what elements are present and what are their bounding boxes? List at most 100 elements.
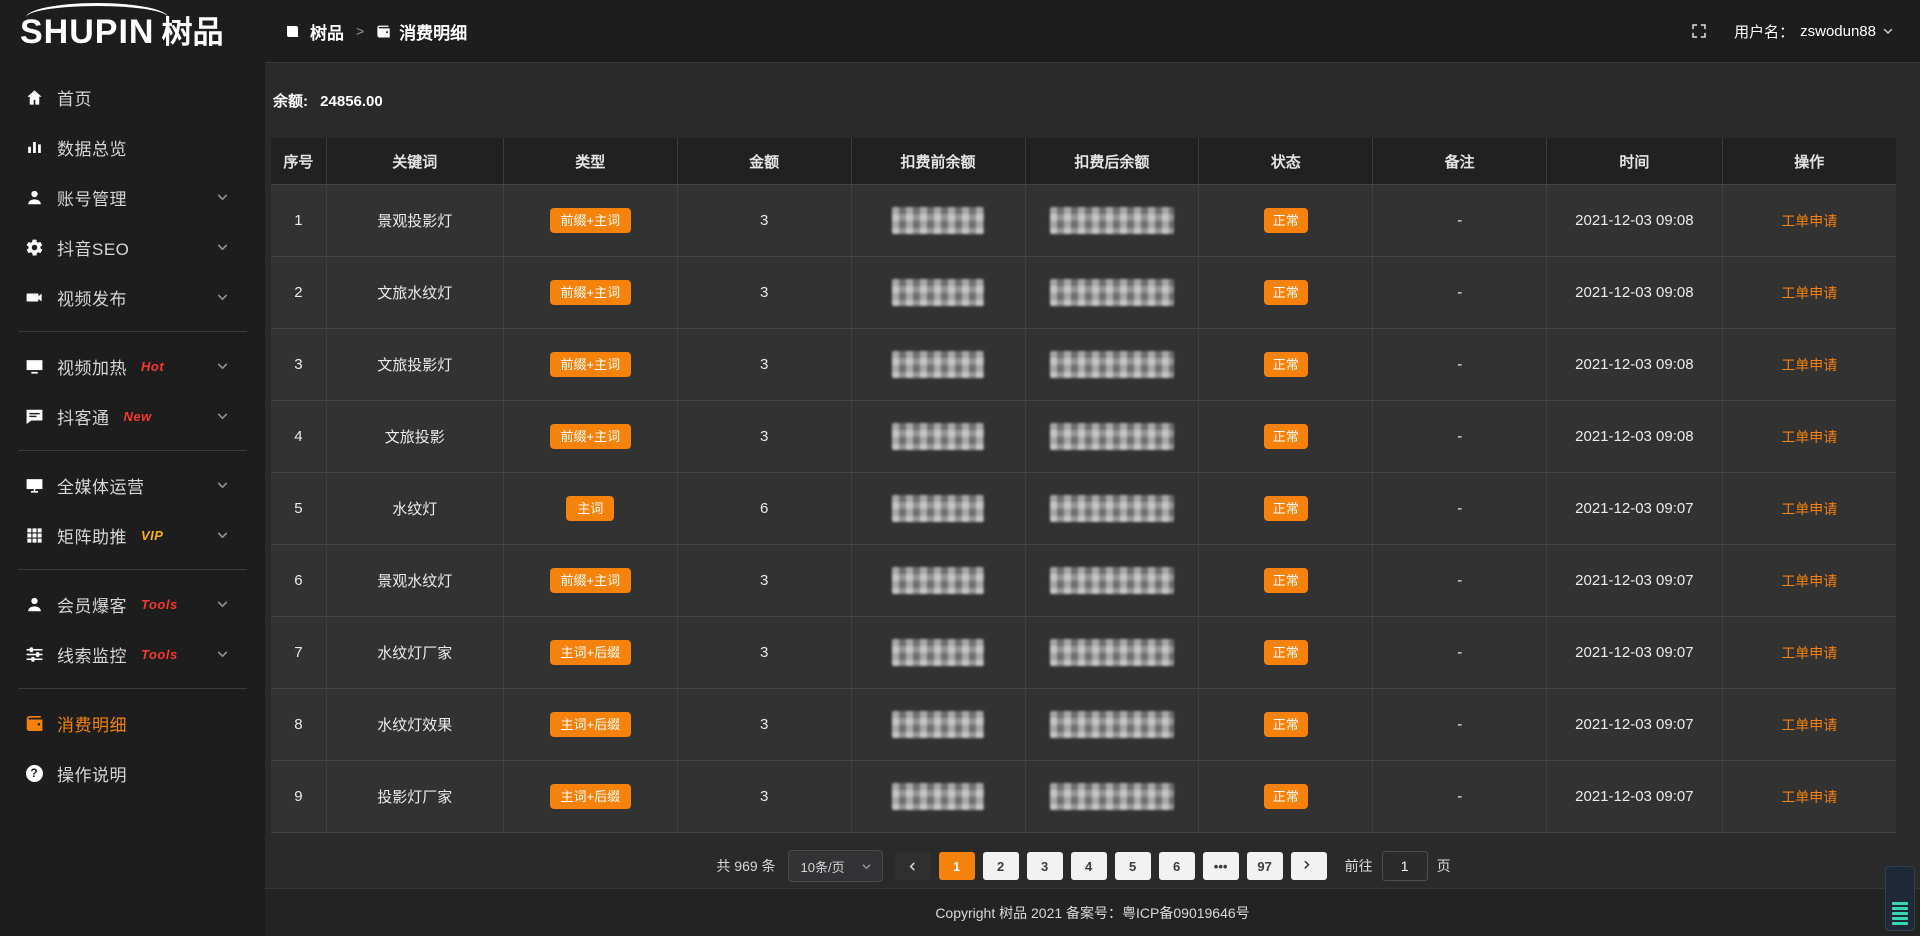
sidebar-item-会员爆客[interactable]: 会员爆客Tools [0, 579, 265, 629]
page-button-4[interactable]: 4 [1071, 852, 1107, 880]
sliders-icon [24, 644, 44, 664]
cell-amount: 3 [677, 689, 851, 761]
column-header: 扣费前余额 [851, 138, 1025, 185]
chevron-down-icon [216, 598, 229, 611]
sidebar-item-消费明细[interactable]: 消费明细 [0, 698, 265, 748]
chevron-down-icon [216, 241, 229, 254]
cell-remark: - [1373, 545, 1547, 617]
sidebar-item-线索监控[interactable]: 线索监控Tools [0, 629, 265, 679]
status-badge: 正常 [1264, 784, 1308, 809]
sidebar-divider [18, 450, 247, 451]
cell-type: 前缀+主词 [503, 257, 677, 329]
cell-balance-before [851, 617, 1025, 689]
chevron-down-icon [861, 861, 872, 872]
sidebar-item-首页[interactable]: 首页 [0, 72, 265, 122]
table-header-row: 序号关键词类型金额扣费前余额扣费后余额状态备注时间操作 [271, 138, 1896, 185]
censored-value [892, 711, 984, 738]
cell-keyword: 文旅水纹灯 [326, 257, 503, 329]
sidebar-item-badge: VIP [141, 528, 163, 543]
cell-balance-before [851, 257, 1025, 329]
page-button-5[interactable]: 5 [1115, 852, 1151, 880]
fullscreen-icon[interactable] [1690, 22, 1708, 40]
cell-status: 正常 [1199, 761, 1373, 833]
cell-time: 2021-12-03 09:07 [1547, 761, 1723, 833]
sidebar-divider [18, 569, 247, 570]
balance-label: 余额: [273, 93, 308, 110]
work-order-link[interactable]: 工单申请 [1781, 501, 1837, 517]
breadcrumb-item-current[interactable]: 消费明细 [376, 19, 467, 44]
page-button-1[interactable]: 1 [939, 852, 975, 880]
work-order-link[interactable]: 工单申请 [1781, 213, 1837, 229]
next-page-button[interactable] [1291, 852, 1327, 880]
page-size-select[interactable]: 10条/页 [788, 850, 883, 882]
user-menu[interactable]: 用户名： zswodun88 [1734, 21, 1894, 42]
panel-icon [287, 24, 302, 39]
brand-logo[interactable]: SHUPIN 树品 [0, 0, 265, 64]
sidebar-item-全媒体运营[interactable]: 全媒体运营 [0, 460, 265, 510]
prev-page-button[interactable] [895, 852, 931, 880]
status-badge: 正常 [1264, 280, 1308, 305]
work-order-link[interactable]: 工单申请 [1781, 717, 1837, 733]
sidebar-item-label: 视频加热 [57, 354, 127, 379]
cell-type: 主词+后缀 [503, 689, 677, 761]
type-badge: 前缀+主词 [550, 568, 632, 593]
cell-amount: 3 [677, 617, 851, 689]
cell-remark: - [1373, 185, 1547, 257]
sidebar-item-label: 数据总览 [57, 135, 127, 160]
sidebar-item-label: 消费明细 [57, 711, 127, 736]
work-order-link[interactable]: 工单申请 [1781, 789, 1837, 805]
table-row: 9投影灯厂家主词+后缀3正常-2021-12-03 09:07工单申请 [271, 761, 1896, 833]
monitor-icon [24, 475, 44, 495]
home-icon [24, 87, 44, 107]
sidebar-item-账号管理[interactable]: 账号管理 [0, 172, 265, 222]
sidebar-item-数据总览[interactable]: 数据总览 [0, 122, 265, 172]
cell-remark: - [1373, 329, 1547, 401]
chevron-down-icon [216, 191, 229, 204]
goto-page-input[interactable] [1382, 851, 1428, 881]
column-header: 金额 [677, 138, 851, 185]
censored-value [1050, 783, 1174, 810]
video-camera-icon [24, 287, 44, 307]
user-icon [24, 187, 44, 207]
cell-keyword: 景观投影灯 [326, 185, 503, 257]
work-order-link[interactable]: 工单申请 [1781, 429, 1837, 445]
column-header: 操作 [1722, 138, 1896, 185]
sidebar-menu: 首页数据总览账号管理抖音SEO视频发布视频加热Hot抖客通New 全媒体运营矩阵助… [0, 72, 265, 798]
work-order-link[interactable]: 工单申请 [1781, 573, 1837, 589]
work-order-link[interactable]: 工单申请 [1781, 357, 1837, 373]
sidebar-item-视频加热[interactable]: 视频加热Hot [0, 341, 265, 391]
page-button-2[interactable]: 2 [983, 852, 1019, 880]
logo-arc-decoration [26, 3, 168, 32]
sidebar-item-操作说明[interactable]: ?操作说明 [0, 748, 265, 798]
page-button-3[interactable]: 3 [1027, 852, 1063, 880]
cell-time: 2021-12-03 09:08 [1547, 401, 1723, 473]
cell-balance-before [851, 329, 1025, 401]
member-icon [24, 594, 44, 614]
sidebar: SHUPIN 树品 首页数据总览账号管理抖音SEO视频发布视频加热Hot抖客通N… [0, 0, 265, 936]
cell-action: 工单申请 [1722, 185, 1896, 257]
cell-balance-after [1025, 185, 1199, 257]
sidebar-item-矩阵助推[interactable]: 矩阵助推VIP [0, 510, 265, 560]
breadcrumb: 树品 > 消费明细 [265, 19, 467, 44]
sidebar-item-抖音SEO[interactable]: 抖音SEO [0, 222, 265, 272]
page-button-97[interactable]: 97 [1247, 852, 1283, 880]
column-header: 状态 [1199, 138, 1373, 185]
column-header: 时间 [1547, 138, 1723, 185]
more-pages-button[interactable]: ••• [1203, 852, 1239, 880]
floating-widget[interactable] [1885, 866, 1915, 931]
pagination-total: 共 969 条 [716, 856, 775, 876]
breadcrumb-item-home[interactable]: 树品 [287, 19, 344, 44]
chat-icon [24, 406, 44, 426]
censored-value [892, 567, 984, 594]
cell-action: 工单申请 [1722, 689, 1896, 761]
work-order-link[interactable]: 工单申请 [1781, 285, 1837, 301]
cell-status: 正常 [1199, 329, 1373, 401]
page-button-6[interactable]: 6 [1159, 852, 1195, 880]
type-badge: 前缀+主词 [550, 280, 632, 305]
work-order-link[interactable]: 工单申请 [1781, 645, 1837, 661]
sidebar-item-视频发布[interactable]: 视频发布 [0, 272, 265, 322]
pagination: 共 969 条 10条/页 123456•••97 前往 页 [271, 850, 1896, 882]
censored-value [892, 423, 984, 450]
status-badge: 正常 [1264, 568, 1308, 593]
sidebar-item-抖客通[interactable]: 抖客通New [0, 391, 265, 441]
